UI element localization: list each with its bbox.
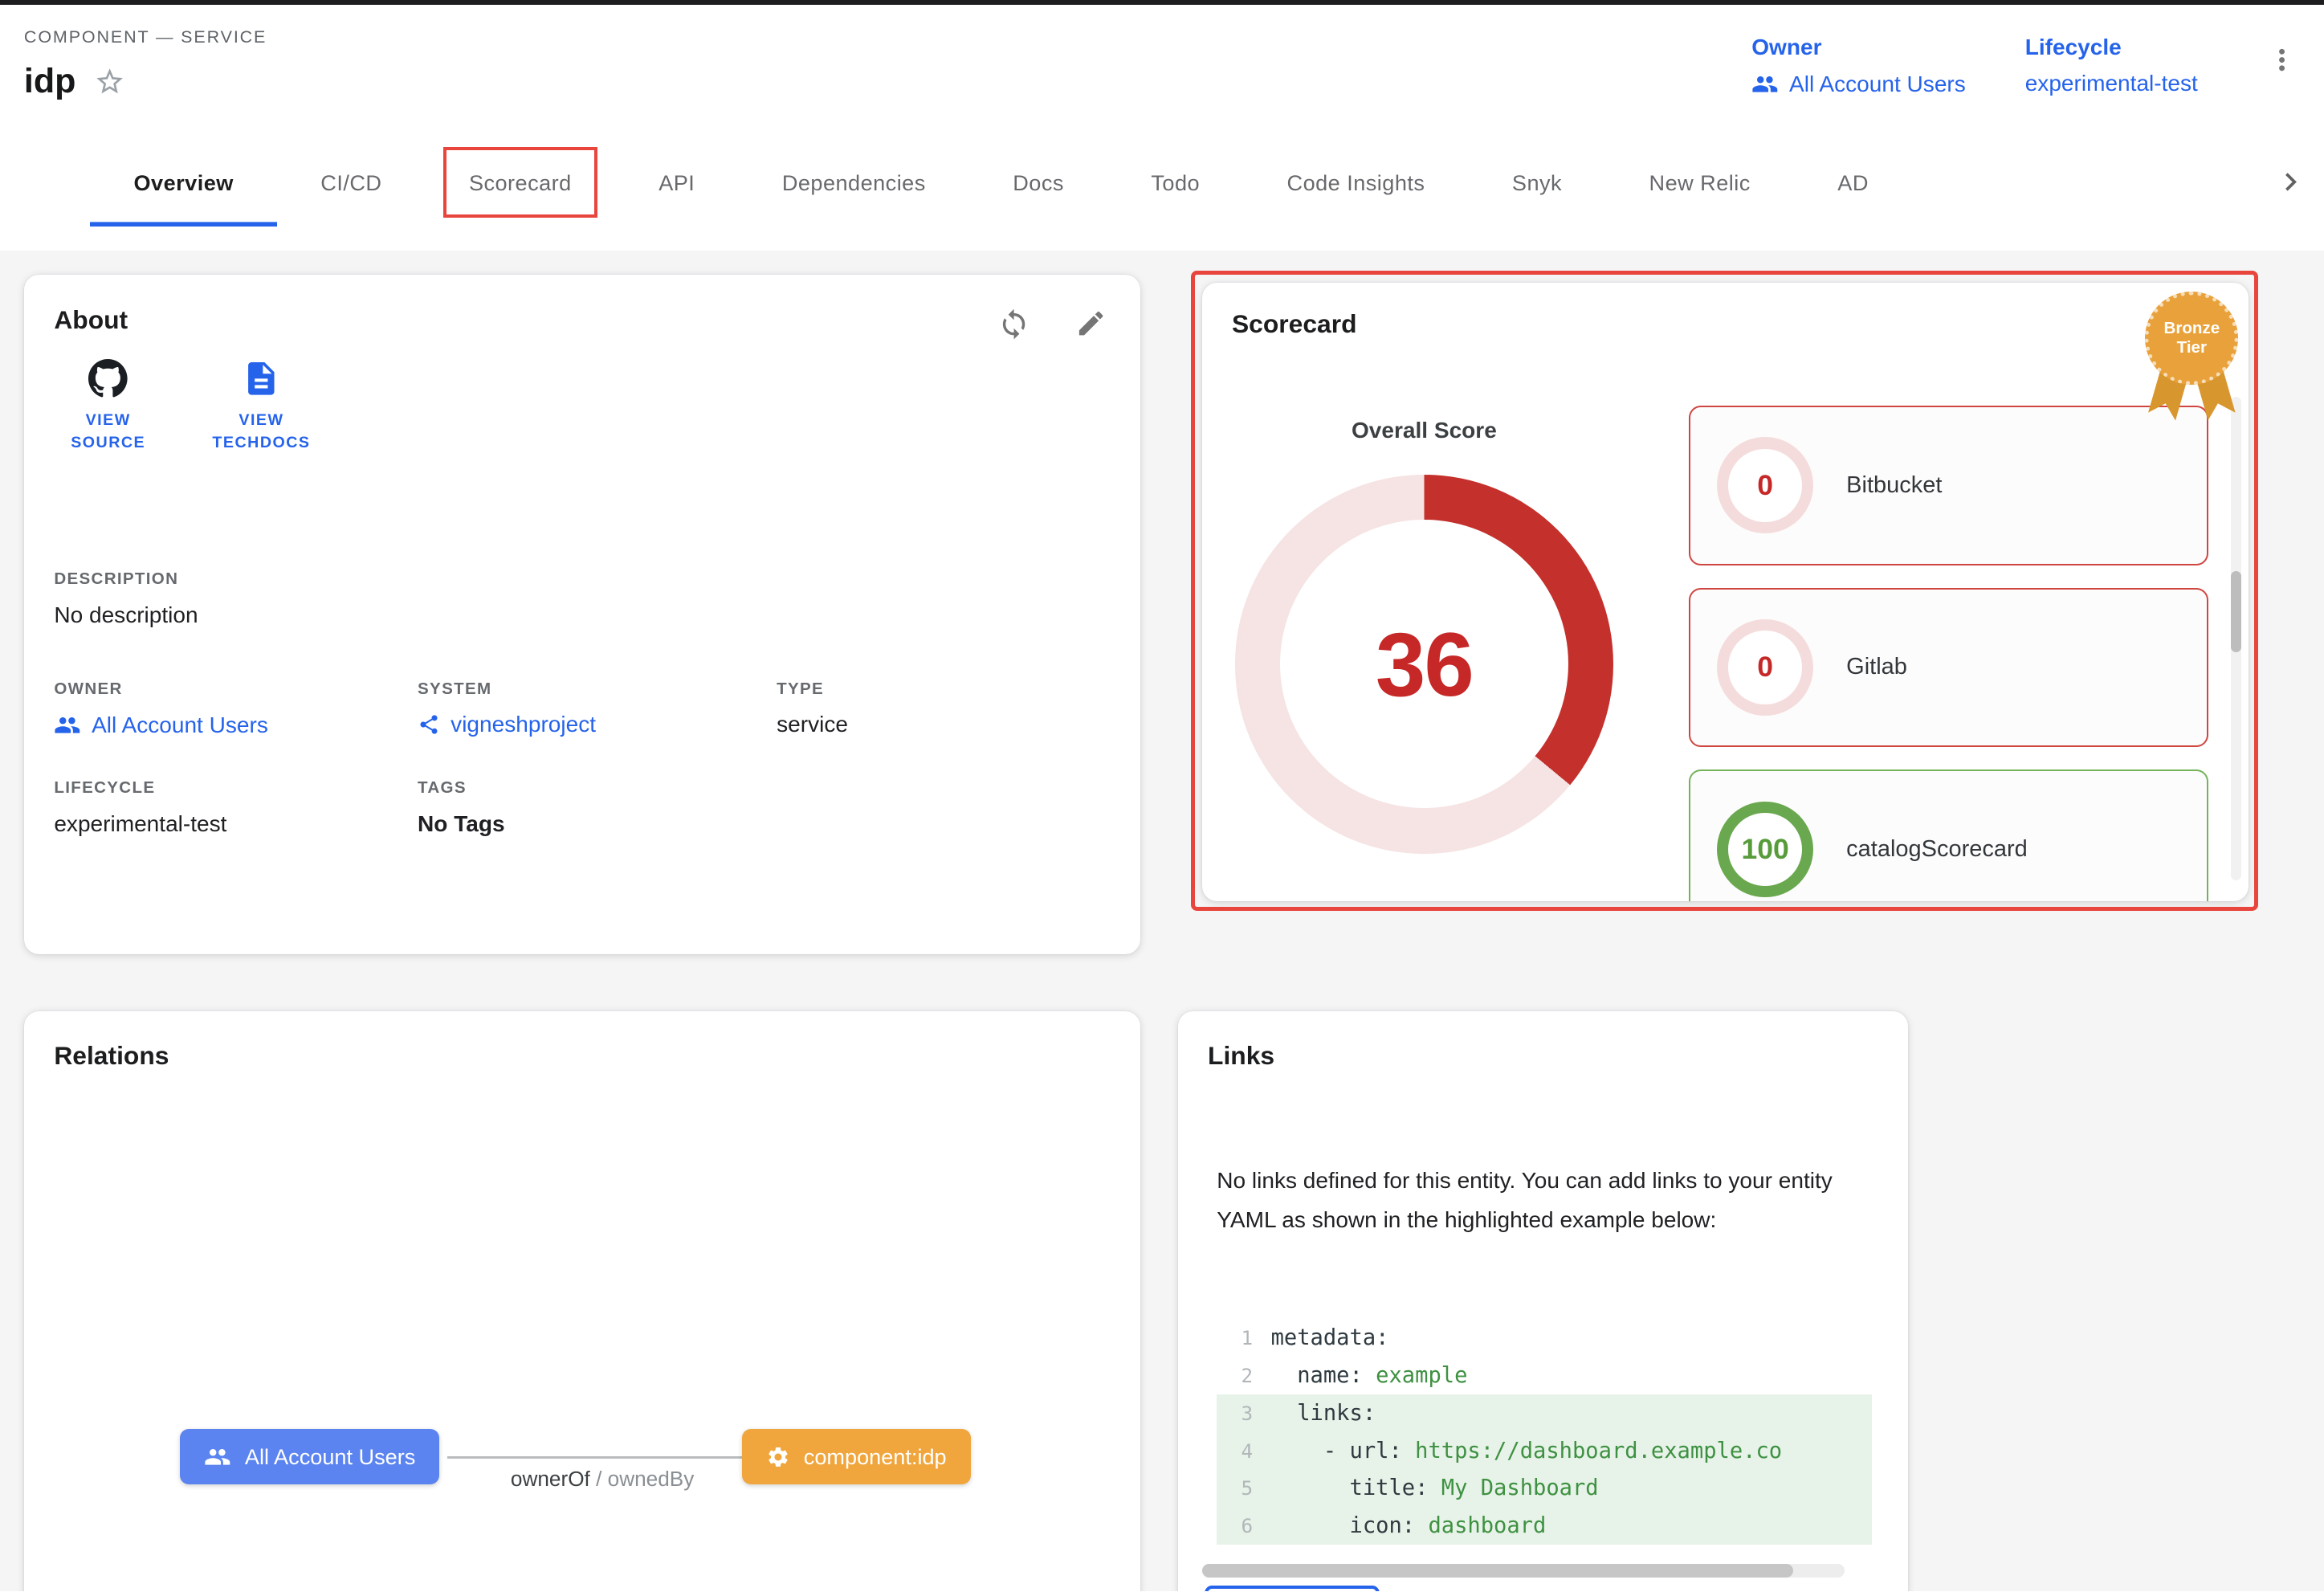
- system-icon: [418, 713, 440, 736]
- lifecycle-label: LIFECYCLE: [54, 778, 226, 798]
- code-line: 6 icon: dashboard: [1217, 1507, 1872, 1545]
- overall-score-donut: 36: [1235, 475, 1613, 853]
- tab-overflow-truncated[interactable]: AD: [1794, 140, 1912, 227]
- system-link[interactable]: vigneshproject: [418, 712, 596, 737]
- scorecard-card: Scorecard Bronze Tier Overall Score 36 0…: [1202, 283, 2249, 902]
- header-lifecycle-label: Lifecycle: [2025, 35, 2198, 60]
- tab-overview[interactable]: Overview: [90, 140, 277, 227]
- header-owner-label: Owner: [1751, 35, 1966, 60]
- more-options-icon[interactable]: [2265, 43, 2298, 76]
- header-owner-link[interactable]: All Account Users: [1751, 71, 1966, 98]
- header-lifecycle-value: experimental-test: [2025, 71, 2198, 96]
- links-title: Links: [1208, 1041, 1274, 1071]
- tab-api[interactable]: API: [615, 140, 739, 227]
- horizontal-scrollbar-track: [1202, 1564, 1845, 1578]
- bronze-tier-badge: Bronze Tier: [2143, 292, 2240, 430]
- scorecard-item-name: Bitbucket: [1846, 472, 1942, 499]
- lifecycle-value: experimental-test: [54, 811, 226, 837]
- tab-docs[interactable]: Docs: [969, 140, 1107, 227]
- type-label: TYPE: [777, 680, 848, 699]
- scorecard-title: Scorecard: [1232, 309, 1357, 339]
- content-area: About VIEW SOURCE: [0, 251, 2324, 1591]
- system-label: SYSTEM: [418, 680, 596, 699]
- score-gauge: 0: [1717, 437, 1813, 533]
- scorecard-list: 0 Bitbucket 0 Gitlab 100 catalogScorecar…: [1689, 406, 2208, 901]
- entity-header: COMPONENT — SERVICE idp Owner All Accoun…: [0, 5, 2324, 251]
- overall-score-label: Overall Score: [1235, 418, 1613, 443]
- tab-scorecard[interactable]: Scorecard: [426, 140, 615, 227]
- owner-node-label: All Account Users: [245, 1444, 415, 1470]
- gear-icon: [766, 1445, 790, 1469]
- component-node-label: component:idp: [804, 1444, 947, 1470]
- scorecard-item-name: Gitlab: [1846, 654, 1907, 680]
- description-label: DESCRIPTION: [54, 569, 198, 589]
- description-value: No description: [54, 602, 198, 628]
- component-node[interactable]: component:idp: [742, 1429, 970, 1484]
- scorecard-item[interactable]: 100 catalogScorecard: [1689, 769, 2208, 901]
- breadcrumb: COMPONENT — SERVICE: [24, 27, 267, 47]
- score-gauge: 0: [1717, 619, 1813, 716]
- owner-link[interactable]: All Account Users: [54, 712, 268, 739]
- tab-cicd[interactable]: CI/CD: [277, 140, 426, 227]
- horizontal-scrollbar-thumb[interactable]: [1202, 1564, 1794, 1578]
- code-line: 1metadata:: [1217, 1319, 1872, 1357]
- tab-dependencies[interactable]: Dependencies: [739, 140, 969, 227]
- links-partial-button[interactable]: [1205, 1586, 1380, 1592]
- score-gauge: 100: [1717, 802, 1813, 898]
- type-value: service: [777, 712, 848, 737]
- owner-label: OWNER: [54, 680, 268, 699]
- overall-score-value: 36: [1376, 612, 1473, 716]
- tab-snyk[interactable]: Snyk: [1469, 140, 1606, 227]
- score-value: 0: [1757, 469, 1773, 502]
- code-line: 2 name: example: [1217, 1357, 1872, 1394]
- app-root: COMPONENT — SERVICE idp Owner All Accoun…: [0, 0, 2324, 1591]
- owner-group-node[interactable]: All Account Users: [180, 1429, 439, 1484]
- relation-edge-label: ownerOf / ownedBy: [475, 1467, 730, 1492]
- people-icon: [1751, 71, 1779, 98]
- tab-bar: Overview CI/CD Scorecard API Dependencie…: [0, 140, 2324, 227]
- about-title: About: [54, 305, 128, 335]
- document-icon: [242, 359, 281, 398]
- tab-new-relic[interactable]: New Relic: [1605, 140, 1794, 227]
- scorecard-item[interactable]: 0 Bitbucket: [1689, 406, 2208, 565]
- links-card: Links No links defined for this entity. …: [1178, 1011, 1908, 1591]
- relation-edge-line: [447, 1456, 742, 1459]
- tab-code-insights[interactable]: Code Insights: [1243, 140, 1468, 227]
- refresh-icon[interactable]: [997, 308, 1030, 341]
- chevron-right-icon[interactable]: [2273, 164, 2309, 200]
- about-card: About VIEW SOURCE: [24, 275, 1140, 954]
- tab-todo[interactable]: Todo: [1107, 140, 1243, 227]
- code-line: 4 - url: https://dashboard.example.co: [1217, 1432, 1872, 1470]
- scorecard-item-name: catalogScorecard: [1846, 836, 2028, 863]
- relations-card: Relations ownerOf / ownedBy All Account …: [24, 1011, 1140, 1591]
- code-line: 3 links:: [1217, 1394, 1872, 1432]
- people-icon: [54, 712, 81, 739]
- score-value: 0: [1757, 651, 1773, 684]
- view-techdocs-button[interactable]: VIEW TECHDOCS: [204, 359, 318, 454]
- links-empty-text: No links defined for this entity. You ca…: [1217, 1161, 1874, 1239]
- scorecard-scrollbar-thumb[interactable]: [2231, 571, 2241, 652]
- page-title: idp: [24, 62, 76, 101]
- relations-title: Relations: [54, 1041, 169, 1071]
- header-owner-value: All Account Users: [1789, 71, 1966, 97]
- edit-icon[interactable]: [1075, 308, 1107, 341]
- scorecard-item[interactable]: 0 Gitlab: [1689, 588, 2208, 748]
- favorite-star-icon[interactable]: [94, 66, 125, 97]
- people-icon: [204, 1443, 231, 1471]
- github-icon: [88, 359, 128, 398]
- view-source-button[interactable]: VIEW SOURCE: [51, 359, 165, 454]
- tier-badge-label: Bronze Tier: [2149, 319, 2234, 358]
- tags-value: No Tags: [418, 811, 505, 837]
- score-value: 100: [1742, 833, 1789, 866]
- tags-label: TAGS: [418, 778, 505, 798]
- view-techdocs-label: VIEW TECHDOCS: [204, 409, 318, 454]
- view-source-label: VIEW SOURCE: [51, 409, 165, 454]
- yaml-example-code: 1metadata: 2 name: example 3 links: 4 - …: [1217, 1319, 1872, 1545]
- code-line: 5 title: My Dashboard: [1217, 1470, 1872, 1508]
